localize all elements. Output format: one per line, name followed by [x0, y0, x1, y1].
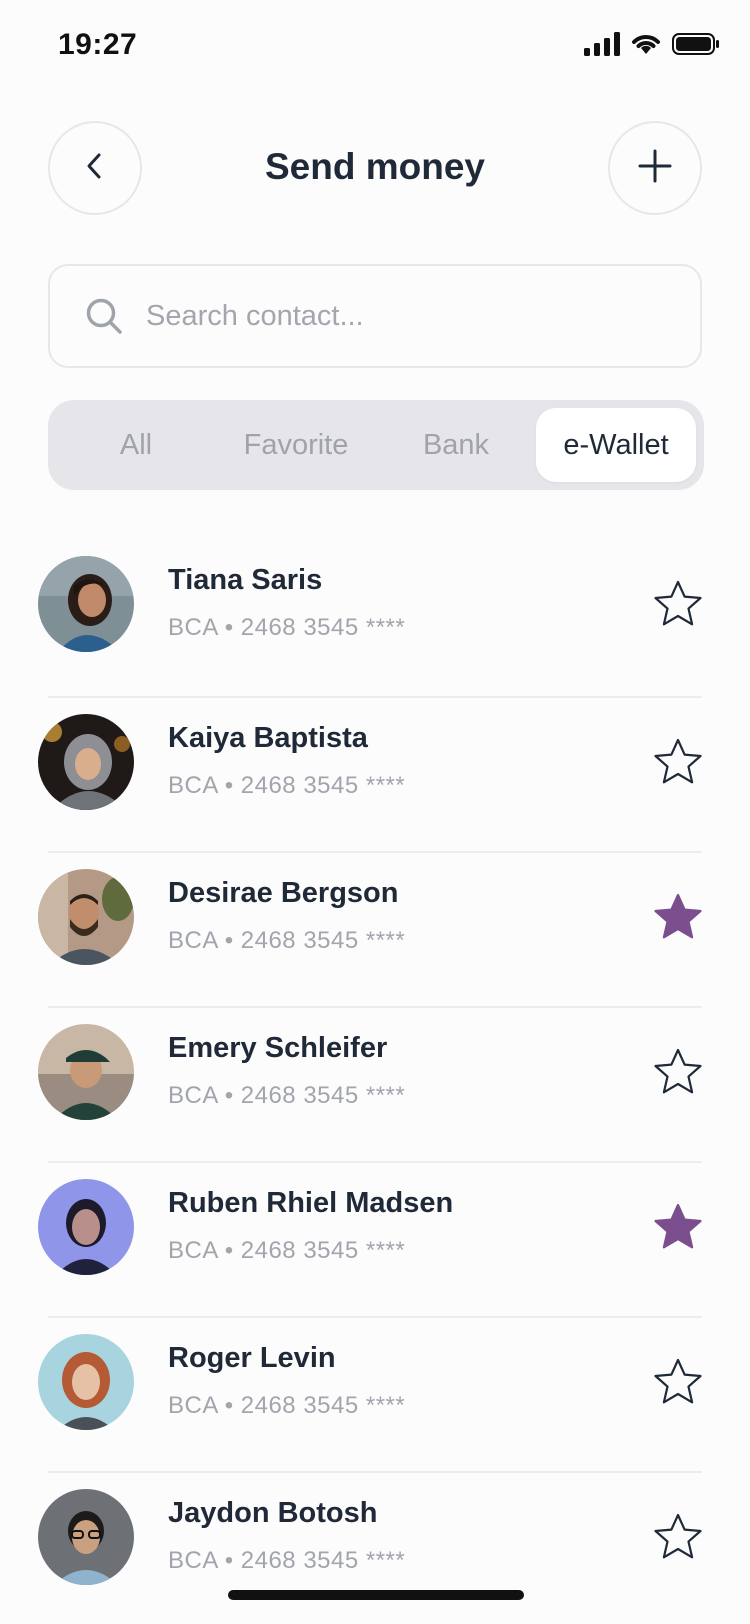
favorite-toggle[interactable] [650, 1201, 706, 1257]
contact-list: Tiana Saris BCA • 2468 3545 **** Kaiya B… [0, 540, 750, 1624]
star-outline-icon [652, 1512, 704, 1567]
contact-account: BCA • 2468 3545 **** [168, 1392, 406, 1419]
add-contact-button[interactable] [608, 121, 702, 215]
contact-account: BCA • 2468 3545 **** [168, 1547, 406, 1574]
favorite-toggle[interactable] [650, 1511, 706, 1567]
star-outline-icon [652, 579, 704, 634]
list-item[interactable]: Emery Schleifer BCA • 2468 3545 **** [0, 1008, 750, 1163]
avatar [38, 1179, 134, 1275]
contact-name: Roger Levin [168, 1342, 336, 1374]
avatar [38, 1334, 134, 1430]
list-item[interactable]: Jaydon Botosh BCA • 2468 3545 **** [0, 1473, 750, 1624]
plus-icon [638, 149, 672, 188]
search-box[interactable] [48, 264, 702, 368]
contact-name: Jaydon Botosh [168, 1497, 378, 1529]
status-time: 19:27 [58, 28, 138, 61]
status-bar: 19:27 [0, 0, 750, 96]
search-input[interactable] [146, 299, 666, 333]
favorite-toggle[interactable] [650, 1356, 706, 1412]
avatar [38, 1489, 134, 1585]
search-icon [84, 296, 124, 336]
filter-tabs: All Favorite Bank e-Wallet [48, 400, 704, 490]
star-outline-icon [652, 1357, 704, 1412]
home-indicator [228, 1590, 524, 1600]
favorite-toggle[interactable] [650, 736, 706, 792]
list-item[interactable]: Kaiya Baptista BCA • 2468 3545 **** [0, 698, 750, 853]
contact-account: BCA • 2468 3545 **** [168, 1082, 406, 1109]
status-icons [584, 32, 720, 61]
avatar [38, 714, 134, 810]
star-outline-icon [652, 1047, 704, 1102]
list-item[interactable]: Tiana Saris BCA • 2468 3545 **** [0, 540, 750, 698]
list-item[interactable]: Desirae Bergson BCA • 2468 3545 **** [0, 853, 750, 1008]
avatar [38, 1024, 134, 1120]
contact-name: Emery Schleifer [168, 1032, 388, 1064]
battery-icon [672, 32, 720, 61]
contact-account: BCA • 2468 3545 **** [168, 772, 406, 799]
list-item[interactable]: Roger Levin BCA • 2468 3545 **** [0, 1318, 750, 1473]
tab-e-wallet[interactable]: e-Wallet [536, 408, 696, 482]
favorite-toggle[interactable] [650, 891, 706, 947]
signal-icon [584, 32, 620, 61]
contact-name: Desirae Bergson [168, 877, 399, 909]
contact-account: BCA • 2468 3545 **** [168, 927, 406, 954]
star-outline-icon [652, 737, 704, 792]
star-filled-icon [652, 1202, 704, 1257]
avatar [38, 556, 134, 652]
contact-name: Ruben Rhiel Madsen [168, 1187, 454, 1219]
contact-account: BCA • 2468 3545 **** [168, 1237, 406, 1264]
star-filled-icon [652, 892, 704, 947]
favorite-toggle[interactable] [650, 1046, 706, 1102]
avatar [38, 869, 134, 965]
tab-all[interactable]: All [56, 408, 216, 482]
list-item[interactable]: Ruben Rhiel Madsen BCA • 2468 3545 **** [0, 1163, 750, 1318]
tab-bank[interactable]: Bank [376, 408, 536, 482]
favorite-toggle[interactable] [650, 578, 706, 634]
contact-name: Tiana Saris [168, 564, 323, 596]
wifi-icon [630, 32, 662, 61]
tab-favorite[interactable]: Favorite [216, 408, 376, 482]
contact-name: Kaiya Baptista [168, 722, 368, 754]
contact-account: BCA • 2468 3545 **** [168, 614, 406, 641]
